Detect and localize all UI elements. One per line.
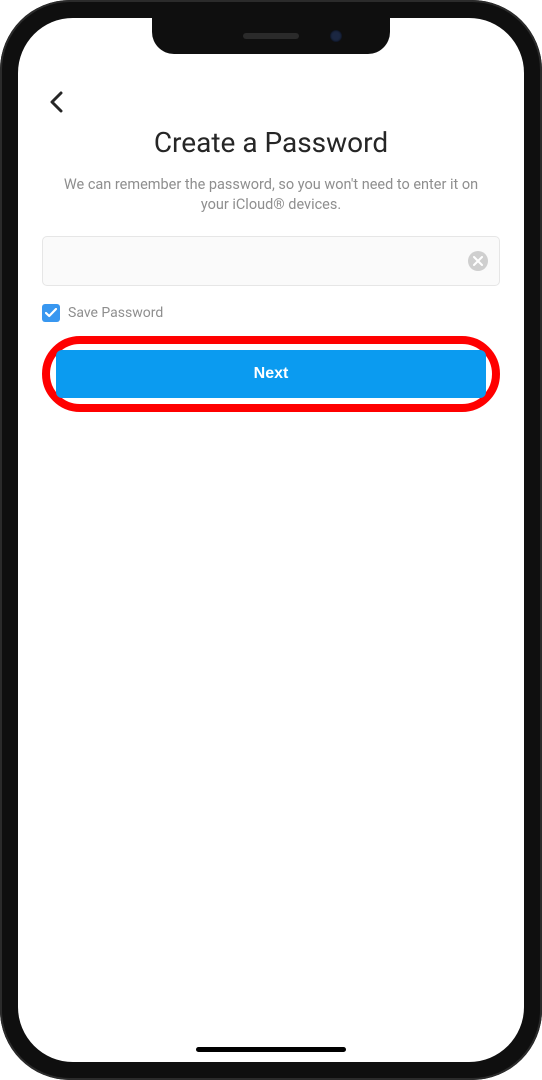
annotation-highlight: Next	[42, 336, 500, 412]
check-icon	[45, 308, 57, 318]
home-indicator[interactable]	[196, 1047, 346, 1052]
chevron-left-icon	[49, 91, 63, 113]
save-password-row: Save Password	[42, 304, 500, 322]
notch	[152, 18, 390, 54]
clear-input-button[interactable]	[468, 251, 488, 271]
save-password-checkbox[interactable]	[42, 304, 60, 322]
password-input-wrap	[42, 236, 500, 286]
next-button[interactable]: Next	[56, 350, 486, 398]
speaker-grille	[243, 33, 299, 39]
password-input[interactable]	[42, 236, 500, 286]
phone-frame: Create a Password We can remember the pa…	[0, 0, 542, 1080]
back-button[interactable]	[42, 88, 70, 116]
front-camera	[330, 30, 342, 42]
page-title: Create a Password	[42, 126, 500, 159]
nav-bar	[42, 80, 500, 124]
screen: Create a Password We can remember the pa…	[18, 18, 524, 1062]
content-area: Create a Password We can remember the pa…	[18, 18, 524, 412]
page-subtitle: We can remember the password, so you won…	[42, 175, 500, 214]
clear-icon	[473, 256, 483, 266]
save-password-label: Save Password	[68, 305, 163, 321]
